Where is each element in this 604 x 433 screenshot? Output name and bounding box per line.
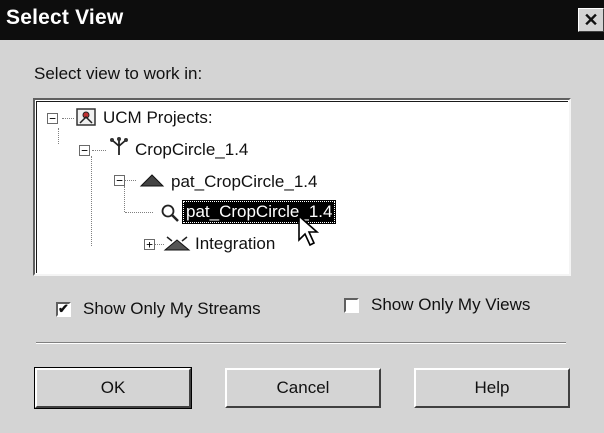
tree-connector [58,128,59,144]
view-icon [161,204,179,222]
checkbox-label: Show Only My Streams [83,299,261,318]
tree-item-label: pat_CropCircle_1.4 [171,172,318,191]
collapse-toggle-root[interactable]: − [47,113,58,124]
project-icon [110,137,128,155]
ucm-projects-icon [76,108,96,126]
tree-connector [92,150,106,151]
close-button[interactable]: ✕ [578,8,604,32]
tree-connector [124,180,136,181]
checkmark-icon: ✔ [58,301,69,316]
show-only-my-views-option[interactable]: Show Only My Views [344,295,530,315]
stream-icon [139,174,165,187]
tree-connector [62,118,74,119]
ok-button[interactable]: OK [34,367,192,409]
title-bar[interactable]: Select View ✕ [0,0,604,40]
tree-connector [91,156,92,246]
collapse-toggle-project[interactable]: − [79,145,90,156]
tree-connector [125,212,153,213]
tree-item-ucm-projects[interactable]: UCM Projects: [103,108,213,128]
collapse-toggle-stream[interactable]: − [114,175,125,186]
prompt-label: Select view to work in: [34,64,203,83]
window-title: Select View [6,6,124,29]
mouse-pointer-icon [298,214,320,247]
show-only-my-views-checkbox[interactable] [344,297,359,313]
cancel-button[interactable]: Cancel [225,368,381,408]
tree-item-label: Integration [195,234,276,253]
tree-connector [124,186,125,212]
tree-item-project[interactable]: CropCircle_1.4 [135,140,248,160]
select-view-dialog: Select View ✕ Select view to work in: − … [0,0,604,433]
tree-item-label: CropCircle_1.4 [135,140,249,159]
show-only-my-streams-checkbox[interactable]: ✔ [56,301,71,317]
expand-toggle-integration[interactable]: + [144,239,155,250]
checkbox-label: Show Only My Views [371,295,531,314]
tree-item-label: UCM Projects: [103,108,213,127]
divider [36,342,566,344]
view-tree[interactable]: − UCM Projects: − CropCircle_1.4 − pat_C… [33,98,571,276]
tree-item-integration[interactable]: Integration [195,234,275,254]
integration-stream-icon [163,236,191,251]
close-icon: ✕ [583,9,599,30]
show-only-my-streams-option[interactable]: ✔ Show Only My Streams [56,299,261,319]
help-button[interactable]: Help [414,368,570,408]
tree-item-stream[interactable]: pat_CropCircle_1.4 [171,172,317,192]
